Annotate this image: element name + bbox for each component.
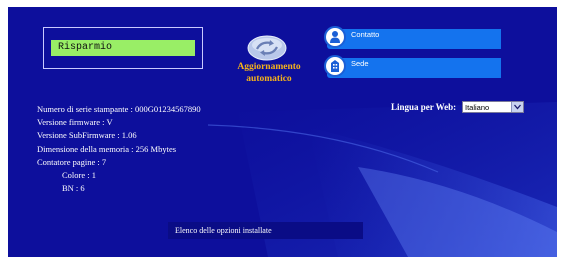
auto-refresh-label-line2: automatico — [246, 74, 292, 84]
contact-button[interactable]: Contatto — [324, 26, 501, 49]
location-label: Sede — [351, 59, 369, 68]
web-language-select[interactable]: Italiano — [462, 101, 524, 113]
subfirmware-version: Versione SubFirmware : 1.06 — [37, 130, 137, 141]
contact-icon — [324, 26, 346, 48]
location-button[interactable]: Sede — [324, 55, 501, 78]
lcd-status-text: Risparmio — [51, 40, 195, 56]
installed-options-link[interactable]: Elenco delle opzioni installate — [168, 222, 363, 239]
web-language-value: Italiano — [465, 103, 490, 112]
auto-refresh-label[interactable]: Aggiornamento automatico — [220, 61, 318, 85]
printer-info: Numero di serie stampante : 000G01234567… — [37, 103, 201, 195]
serial-number: Numero di serie stampante : 000G01234567… — [37, 104, 201, 114]
page-counter: Contatore pagine : 7 — [37, 156, 107, 167]
location-icon — [324, 55, 346, 77]
refresh-icon[interactable] — [247, 34, 287, 62]
bw-counter: BN : 6 — [62, 183, 85, 194]
contact-label: Contatto — [351, 30, 380, 39]
firmware-version: Versione firmware : V — [37, 117, 113, 128]
web-language-label: Lingua per Web: — [391, 102, 457, 112]
color-counter: Colore : 1 — [62, 170, 96, 181]
memory-size: Dimensione della memoria : 256 Mbytes — [37, 143, 177, 154]
chevron-down-icon[interactable] — [511, 102, 523, 112]
auto-refresh-label-line1: Aggiornamento — [237, 62, 301, 72]
main-panel: Risparmio Aggiornamento automatico Conta… — [8, 7, 557, 257]
status-display: Risparmio — [43, 27, 203, 69]
